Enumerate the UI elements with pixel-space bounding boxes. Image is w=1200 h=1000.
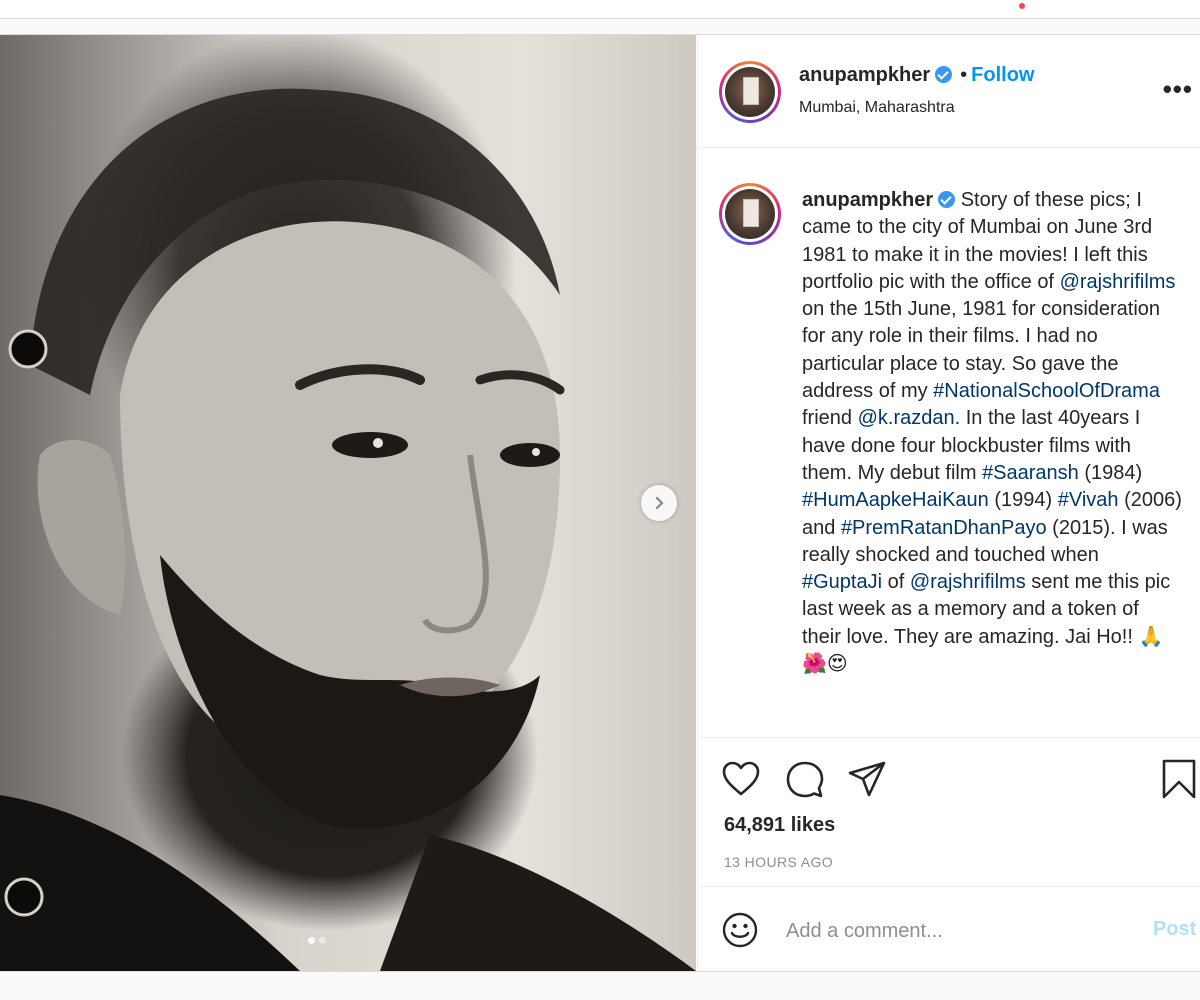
hashtag-link[interactable]: #PremRatanDhanPayo — [841, 517, 1047, 539]
post-sidebar: anupampkher • Follow Mumbai, Maharashtra •… — [697, 35, 1200, 971]
caption-text-segment: friend — [802, 407, 858, 430]
bookmark-icon — [1162, 759, 1196, 799]
mention-link[interactable]: @rajshrifilms — [910, 571, 1026, 593]
verified-badge-icon — [935, 66, 953, 83]
chevron-right-icon — [655, 496, 664, 510]
post-location[interactable]: Mumbai, Maharashtra — [799, 99, 955, 117]
instagram-post: anupampkher • Follow Mumbai, Maharashtra •… — [0, 34, 1200, 972]
verified-badge-icon — [938, 191, 956, 208]
caption-author-avatar[interactable] — [719, 183, 781, 245]
like-button[interactable] — [722, 761, 760, 802]
mention-link[interactable]: @k.razdan — [858, 407, 955, 429]
caption-text-segment: of — [882, 571, 910, 594]
mention-link[interactable]: @rajshrifilms — [1060, 271, 1176, 293]
header-separator: • — [960, 64, 968, 86]
more-options-button[interactable]: ••• — [1163, 76, 1193, 102]
notification-dot — [1019, 3, 1025, 9]
carousel-indicator — [308, 937, 326, 944]
browser-top-bar — [0, 0, 1200, 19]
hashtag-link[interactable]: #Saaransh — [982, 462, 1079, 484]
avatar-image — [725, 189, 775, 239]
hashtag-link[interactable]: #Vivah — [1058, 489, 1119, 511]
likes-count[interactable]: 64,891 likes — [724, 814, 835, 837]
carousel-dot — [319, 937, 326, 944]
post-caption: anupampkher Story of these pics; I came … — [802, 187, 1182, 678]
comment-composer: Post — [698, 886, 1200, 973]
carousel-dot-active — [308, 937, 315, 944]
share-button[interactable] — [848, 761, 886, 802]
header-title-row: anupampkher • Follow — [799, 64, 1035, 87]
hashtag-link[interactable]: #HumAapkeHaiKaun — [802, 489, 989, 511]
paper-plane-icon — [848, 761, 886, 797]
comment-button[interactable] — [786, 761, 824, 804]
hashtag-link[interactable]: #NationalSchoolOfDrama — [933, 380, 1160, 402]
post-timestamp[interactable]: 13 HOURS AGO — [724, 854, 833, 870]
post-header: anupampkher • Follow Mumbai, Maharashtra •… — [698, 35, 1200, 148]
save-button[interactable] — [1162, 759, 1196, 804]
hashtag-link[interactable]: #GuptaJi — [802, 571, 882, 593]
caption-text-segment: (1984) — [1078, 461, 1143, 484]
caption-text: Story of these pics; I came to the city … — [802, 189, 1182, 675]
caption-username[interactable]: anupampkher — [802, 189, 933, 211]
post-comment-button[interactable]: Post — [1153, 918, 1196, 941]
post-actions-panel: 64,891 likes 13 HOURS AGO Post — [698, 737, 1200, 972]
emoji-button[interactable] — [722, 912, 758, 953]
post-media — [0, 35, 696, 971]
comment-input[interactable] — [784, 915, 1128, 947]
smiley-icon — [722, 912, 758, 948]
avatar-image — [725, 67, 775, 117]
heart-icon — [722, 761, 760, 796]
portrait-illustration — [0, 88, 696, 971]
carousel-next-button[interactable] — [641, 485, 677, 521]
caption-text-segment: (1994) — [988, 489, 1058, 512]
comment-icon — [786, 761, 824, 798]
author-avatar[interactable] — [719, 61, 781, 123]
author-username[interactable]: anupampkher — [799, 64, 930, 86]
follow-button[interactable]: Follow — [971, 64, 1034, 86]
